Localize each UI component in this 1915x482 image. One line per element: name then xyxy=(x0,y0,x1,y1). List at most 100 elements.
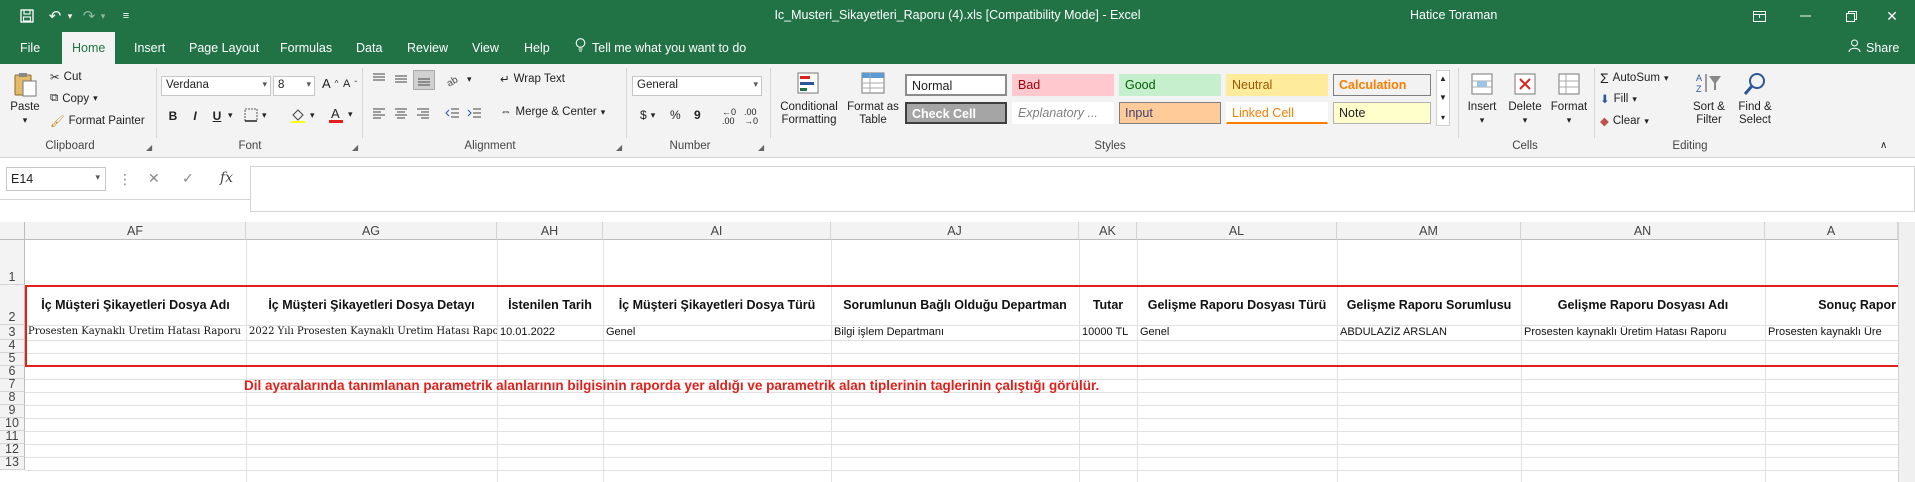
column-header-ao[interactable]: A xyxy=(1765,222,1898,240)
tab-file[interactable]: File xyxy=(10,32,50,64)
top-align-icon[interactable] xyxy=(371,72,387,86)
merge-center-button[interactable]: ⇔ Merge & Center ▾ xyxy=(500,106,605,118)
tab-formulas[interactable]: Formulas xyxy=(270,32,342,64)
share-button[interactable]: Share xyxy=(1848,32,1899,64)
orientation-icon[interactable]: ab ▾ xyxy=(445,72,472,87)
confirm-entry-icon[interactable]: ✓ xyxy=(182,170,194,187)
tab-data[interactable]: Data xyxy=(346,32,392,64)
column-header-al[interactable]: AL xyxy=(1137,222,1337,240)
middle-align-icon[interactable] xyxy=(393,72,409,86)
style-explanatory[interactable]: Explanatory ... xyxy=(1012,102,1114,124)
formula-input[interactable] xyxy=(250,166,1915,212)
paste-button[interactable]: Paste ▾ xyxy=(6,70,44,127)
borders-icon[interactable]: ▾ xyxy=(244,108,267,122)
decrease-indent-icon[interactable] xyxy=(445,106,461,120)
italic-button[interactable]: I xyxy=(186,109,204,123)
format-cells-button[interactable]: Format ▾ xyxy=(1548,70,1590,127)
tab-help[interactable]: Help xyxy=(514,32,560,64)
collapse-ribbon-icon[interactable]: ∧ xyxy=(1880,140,1887,151)
align-center-icon[interactable] xyxy=(393,106,409,120)
wrap-text-button[interactable]: ↵ Wrap Text xyxy=(500,72,565,86)
row-header-2[interactable]: 2 xyxy=(0,285,25,325)
column-header-ah[interactable]: AH xyxy=(497,222,603,240)
restore-icon[interactable] xyxy=(1828,0,1874,32)
gridline xyxy=(25,444,1915,445)
column-header-an[interactable]: AN xyxy=(1521,222,1765,240)
style-linked-cell[interactable]: Linked Cell xyxy=(1226,102,1328,124)
wrap-text-label: Wrap Text xyxy=(513,73,565,85)
style-check-cell[interactable]: Check Cell xyxy=(905,102,1007,124)
decrease-decimal-icon[interactable]: .00 →0 xyxy=(744,108,758,126)
increase-indent-icon[interactable] xyxy=(467,106,483,120)
copy-button[interactable]: ⧉ Copy ▾ xyxy=(50,92,98,105)
autosum-button[interactable]: Σ AutoSum ▾ xyxy=(1600,70,1669,86)
row-header-13[interactable]: 13 xyxy=(0,456,25,470)
tab-insert[interactable]: Insert xyxy=(124,32,175,64)
ribbon-display-options-icon[interactable] xyxy=(1736,0,1782,32)
name-box[interactable]: E14 xyxy=(6,167,106,191)
bottom-align-icon[interactable] xyxy=(413,70,435,90)
tab-view[interactable]: View xyxy=(462,32,509,64)
close-icon[interactable]: ✕ xyxy=(1869,0,1915,32)
font-group-label: Font xyxy=(238,140,262,152)
percent-button[interactable]: % xyxy=(670,108,681,122)
row-header-1[interactable]: 1 xyxy=(0,240,25,285)
select-all-corner[interactable] xyxy=(0,222,25,240)
clipboard-launcher-icon[interactable]: ◢ xyxy=(146,143,152,152)
cut-button[interactable]: ✂ Cut xyxy=(50,70,82,84)
fill-button[interactable]: ⬇ Fill ▾ xyxy=(1600,92,1637,106)
user-name[interactable]: Hatice Toraman xyxy=(1410,8,1497,22)
find-select-button[interactable]: Find & Select xyxy=(1732,70,1778,127)
style-bad[interactable]: Bad xyxy=(1012,74,1114,96)
font-launcher-icon[interactable]: ◢ xyxy=(352,143,358,152)
decrease-font-icon[interactable]: Aˇ xyxy=(343,78,357,90)
comma-style-button[interactable]: 9 xyxy=(694,108,701,122)
number-launcher-icon[interactable]: ◢ xyxy=(758,143,764,152)
insert-function-button[interactable]: fx xyxy=(220,170,233,186)
clear-button[interactable]: ◆ Clear ▾ xyxy=(1600,114,1649,128)
style-neutral[interactable]: Neutral xyxy=(1226,74,1328,96)
cancel-entry-icon[interactable]: ✕ xyxy=(148,170,160,187)
column-header-ak[interactable]: AK xyxy=(1079,222,1137,240)
conditional-formatting-button[interactable]: Conditional Formatting xyxy=(774,70,844,127)
column-header-am[interactable]: AM xyxy=(1337,222,1521,240)
vertical-scrollbar[interactable] xyxy=(1898,222,1915,482)
tab-home[interactable]: Home xyxy=(62,32,116,64)
minimize-icon[interactable] xyxy=(1782,0,1828,32)
delete-cells-button[interactable]: Delete ▾ xyxy=(1504,70,1546,127)
increase-decimal-icon[interactable]: ←0.00 xyxy=(722,108,736,126)
number-format-combo[interactable]: General xyxy=(632,76,762,96)
style-good[interactable]: Good xyxy=(1119,74,1221,96)
style-note[interactable]: Note xyxy=(1333,102,1431,124)
align-left-icon[interactable] xyxy=(371,106,387,120)
sort-filter-button[interactable]: AZ Sort & Filter xyxy=(1686,70,1732,127)
increase-font-icon[interactable]: A ^ xyxy=(322,76,338,91)
style-input[interactable]: Input xyxy=(1119,102,1221,124)
tell-me-search[interactable]: Tell me what you want to do xyxy=(575,32,746,64)
tab-review[interactable]: Review xyxy=(397,32,458,64)
cut-label: Cut xyxy=(63,71,82,83)
font-size-combo[interactable]: 8 xyxy=(273,76,315,96)
format-as-table-button[interactable]: Format as Table xyxy=(844,70,902,127)
align-right-icon[interactable] xyxy=(415,106,431,120)
font-color-icon[interactable]: A ▾ xyxy=(328,106,353,123)
underline-dropdown-icon[interactable]: ▾ xyxy=(228,110,233,121)
column-header-aj[interactable]: AJ xyxy=(831,222,1079,240)
fill-color-icon[interactable]: ▾ xyxy=(290,107,315,123)
bold-button[interactable]: B xyxy=(164,109,182,123)
column-header-ag[interactable]: AG xyxy=(246,222,497,240)
style-normal[interactable]: Normal xyxy=(905,74,1007,96)
column-header-ai[interactable]: AI xyxy=(603,222,831,240)
insert-cells-button[interactable]: Insert ▾ xyxy=(1462,70,1502,127)
tab-page-layout[interactable]: Page Layout xyxy=(179,32,269,64)
styles-gallery-scroll[interactable]: ▲ ▼ ▾ xyxy=(1436,70,1450,126)
currency-button[interactable]: $ ▾ xyxy=(640,108,655,122)
separator xyxy=(1594,68,1595,138)
alignment-launcher-icon[interactable]: ◢ xyxy=(616,143,622,152)
style-calculation[interactable]: Calculation xyxy=(1333,74,1431,96)
underline-button[interactable]: U xyxy=(208,109,226,123)
column-header-af[interactable]: AF xyxy=(25,222,246,240)
font-name-combo[interactable]: Verdana xyxy=(161,76,271,96)
format-painter-button[interactable]: 🖌 Format Painter xyxy=(50,114,145,128)
format-cells-icon xyxy=(1558,73,1580,95)
